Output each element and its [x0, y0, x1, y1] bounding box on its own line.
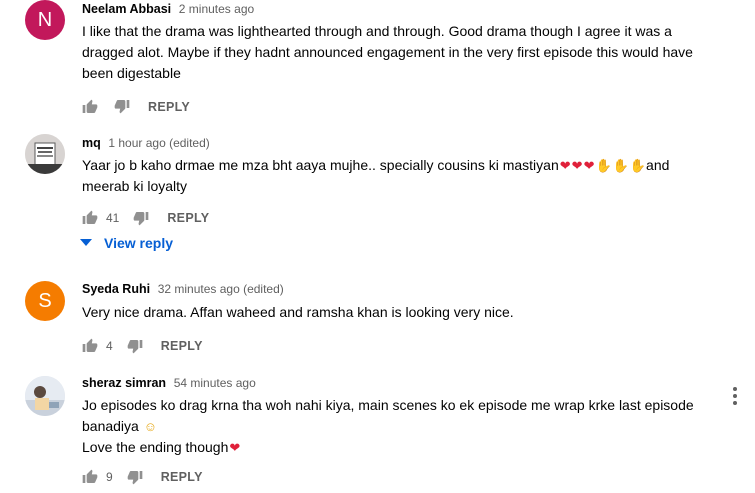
comment-toolbar: 4 REPLY: [82, 330, 715, 362]
view-reply-button[interactable]: View reply: [80, 235, 173, 251]
view-reply-label: View reply: [104, 235, 174, 251]
thumb-down-icon[interactable]: [127, 338, 143, 354]
avatar-image: [25, 134, 65, 174]
red-heart-emoji: ❤: [571, 158, 583, 173]
more-vert-icon[interactable]: [729, 386, 741, 406]
comment-text-line: Love the ending though❤: [82, 437, 715, 458]
comment-author[interactable]: sheraz simran: [82, 376, 166, 390]
red-heart-emoji: ❤: [229, 440, 241, 455]
comment-header: sheraz simran 54 minutes ago: [82, 374, 715, 392]
avatar[interactable]: N: [25, 0, 65, 40]
comment-author[interactable]: Neelam Abbasi: [82, 2, 171, 16]
thumb-up-icon[interactable]: [82, 338, 98, 354]
avatar-letter: S: [38, 289, 52, 312]
comment-text-line2: Love the ending though: [82, 439, 229, 455]
reply-button[interactable]: REPLY: [167, 211, 209, 225]
comment-text: Jo episodes ko drag krna tha woh nahi ki…: [82, 395, 715, 458]
comment-author[interactable]: Syeda Ruhi: [82, 282, 150, 296]
comment-text: Yaar jo b kaho drmae me mza bht aaya muj…: [82, 155, 715, 197]
avatar[interactable]: [25, 134, 65, 174]
avatar[interactable]: [25, 376, 65, 416]
comment-time[interactable]: 1 hour ago (edited): [108, 136, 209, 150]
comment-toolbar: 41 REPLY: [82, 202, 715, 234]
thumb-down-icon[interactable]: [127, 469, 143, 485]
comment-text: I like that the drama was lighthearted t…: [82, 21, 715, 84]
avatar-image: [25, 376, 65, 416]
red-heart-emoji: ❤: [559, 158, 571, 173]
comment-text-line: Jo episodes ko drag krna tha woh nahi ki…: [82, 395, 715, 437]
thumb-down-icon[interactable]: [114, 98, 130, 114]
comment-header: Syeda Ruhi 32 minutes ago (edited): [82, 280, 715, 298]
chevron-down-icon: [80, 239, 92, 246]
comment-text-line: I like that the drama was lighthearted t…: [82, 23, 693, 81]
like-count: 41: [106, 211, 120, 225]
like-count: 9: [106, 470, 113, 484]
comment-text-line: Yaar jo b kaho drmae me mza bht aaya muj…: [82, 155, 715, 197]
avatar-letter: N: [37, 8, 53, 31]
reply-button[interactable]: REPLY: [161, 339, 203, 353]
red-heart-emoji: ❤: [583, 158, 595, 173]
comment-text-line: Very nice drama. Affan waheed and ramsha…: [82, 304, 514, 320]
thumb-up-icon[interactable]: [82, 469, 98, 485]
clapping-hands-emoji: ✋: [612, 158, 629, 173]
thumb-up-icon[interactable]: [82, 99, 98, 115]
comment-toolbar: 9 REPLY: [82, 461, 715, 493]
comment-text-main: Yaar jo b kaho drmae me mza bht aaya muj…: [82, 157, 559, 173]
reply-button[interactable]: REPLY: [161, 470, 203, 484]
comment-header: Neelam Abbasi 2 minutes ago: [82, 0, 715, 18]
comment-toolbar: REPLY: [82, 91, 715, 123]
like-count: 4: [106, 339, 113, 353]
comment-header: mq 1 hour ago (edited): [82, 134, 715, 152]
avatar[interactable]: S: [25, 281, 65, 321]
comment-time[interactable]: 54 minutes ago: [174, 376, 256, 390]
comment-time[interactable]: 32 minutes ago (edited): [158, 282, 284, 296]
thumb-up-icon[interactable]: [82, 210, 98, 226]
comment-text-line1: Jo episodes ko drag krna tha woh nahi ki…: [82, 397, 694, 434]
smiling-face-emoji: ☺: [143, 419, 157, 434]
comment-time[interactable]: 2 minutes ago: [179, 2, 254, 16]
clapping-hands-emoji: ✋: [629, 158, 647, 173]
comment-author[interactable]: mq: [82, 136, 101, 150]
reply-button[interactable]: REPLY: [148, 100, 190, 114]
thumb-down-icon[interactable]: [133, 210, 149, 226]
dislike-wrap: [114, 98, 130, 117]
comment-text: Very nice drama. Affan waheed and ramsha…: [82, 302, 715, 323]
clapping-hands-emoji: ✋: [595, 158, 612, 173]
